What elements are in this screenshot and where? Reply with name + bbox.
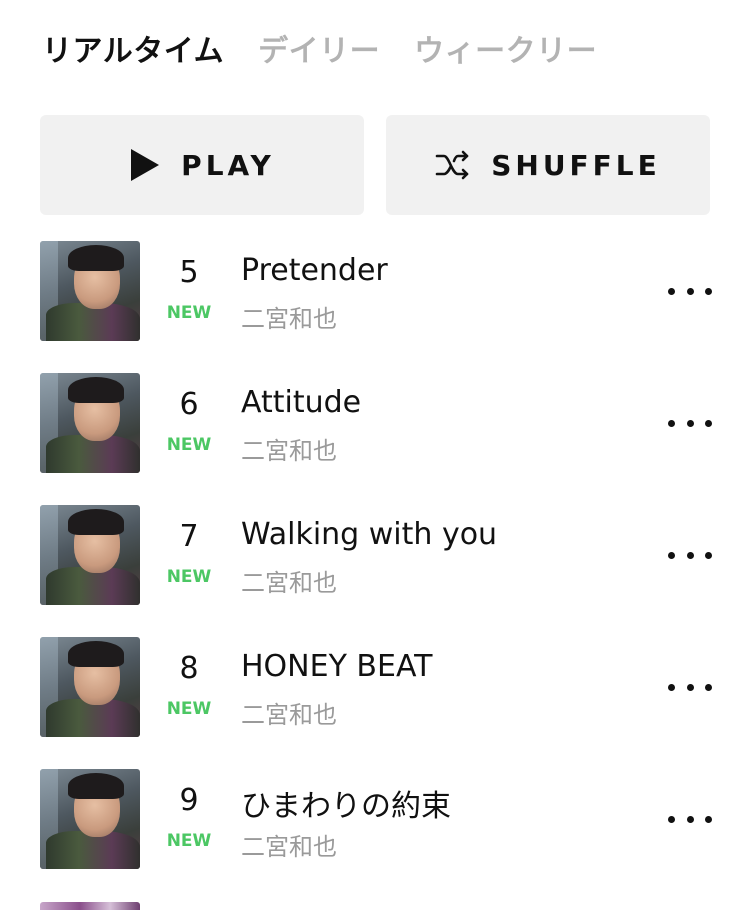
new-badge: NEW	[166, 699, 212, 719]
more-options-icon[interactable]	[668, 273, 712, 309]
track-artist: 二宮和也	[241, 701, 337, 729]
track-row[interactable]: 8 NEW HONEY BEAT 二宮和也	[0, 637, 750, 769]
shuffle-button[interactable]: SHUFFLE	[386, 115, 710, 215]
next-album-cover-partial[interactable]	[40, 902, 140, 910]
track-rank: 5	[179, 255, 199, 290]
new-badge: NEW	[166, 435, 212, 455]
track-title: Pretender	[241, 253, 388, 288]
track-title: Walking with you	[241, 517, 498, 552]
track-title: Attitude	[241, 385, 362, 420]
more-options-icon[interactable]	[668, 669, 712, 705]
shuffle-icon	[435, 150, 471, 180]
shuffle-label: SHUFFLE	[491, 148, 661, 182]
track-rank: 6	[179, 387, 199, 422]
album-cover[interactable]	[40, 241, 140, 341]
playback-actions: PLAY SHUFFLE	[40, 115, 710, 215]
track-row[interactable]: 5 NEW Pretender 二宮和也	[0, 241, 750, 373]
new-badge: NEW	[166, 303, 212, 323]
album-cover[interactable]	[40, 505, 140, 605]
track-artist: 二宮和也	[241, 833, 337, 861]
track-rank: 9	[179, 783, 199, 818]
chart-period-tabs: リアルタイム デイリー ウィークリー	[42, 26, 597, 70]
album-cover[interactable]	[40, 637, 140, 737]
more-options-icon[interactable]	[668, 405, 712, 441]
track-title: HONEY BEAT	[241, 649, 433, 684]
tab-realtime[interactable]: リアルタイム	[42, 26, 224, 70]
play-label: PLAY	[181, 148, 275, 182]
chart-page: リアルタイム デイリー ウィークリー PLAY SHUFFLE 5 NEW Pr…	[0, 0, 750, 910]
track-row[interactable]: 6 NEW Attitude 二宮和也	[0, 373, 750, 505]
track-artist: 二宮和也	[241, 437, 337, 465]
track-artist: 二宮和也	[241, 305, 337, 333]
tab-daily[interactable]: デイリー	[258, 26, 380, 70]
more-options-icon[interactable]	[668, 801, 712, 837]
play-button[interactable]: PLAY	[40, 115, 364, 215]
more-options-icon[interactable]	[668, 537, 712, 573]
album-cover[interactable]	[40, 373, 140, 473]
track-list: 5 NEW Pretender 二宮和也 6 NEW Attitude 二宮和也	[0, 241, 750, 901]
new-badge: NEW	[166, 831, 212, 851]
new-badge: NEW	[166, 567, 212, 587]
play-icon	[129, 148, 161, 182]
tab-weekly[interactable]: ウィークリー	[414, 26, 597, 70]
track-title: ひまわりの約束	[241, 789, 451, 824]
track-rank: 7	[179, 519, 199, 554]
album-cover[interactable]	[40, 769, 140, 869]
track-artist: 二宮和也	[241, 569, 337, 597]
track-row[interactable]: 7 NEW Walking with you 二宮和也	[0, 505, 750, 637]
track-rank: 8	[179, 651, 199, 686]
track-row[interactable]: 9 NEW ひまわりの約束 二宮和也	[0, 769, 750, 901]
